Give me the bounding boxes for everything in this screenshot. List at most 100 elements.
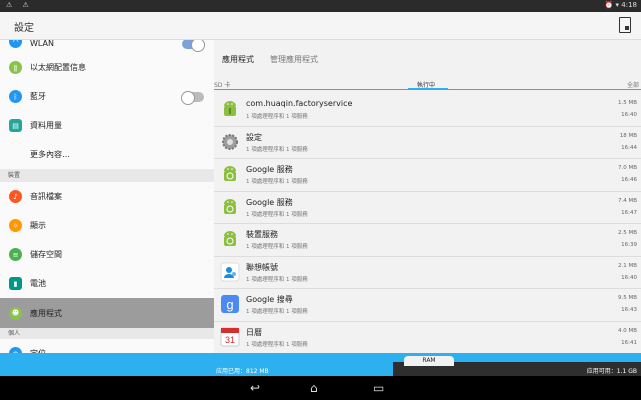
page-title: 設定 [14, 23, 34, 34]
list-item[interactable]: Google 服務 1 項處理程序和 1 項服務 7.4 MB 16:47 [214, 192, 641, 224]
app-time: 16:40 [621, 112, 637, 118]
app-size: 9.5 MB [617, 295, 637, 301]
bluetooth-toggle[interactable] [181, 90, 204, 105]
settings-list[interactable]: ◠ WLAN ǁ 以太網配置信息 ᛒ 藍牙 ▤ 資料用量 更多內容… 裝置 ♪ … [0, 40, 214, 376]
settings-item-apps[interactable]: ☻ 應用程式 [0, 298, 214, 328]
app-size: 1.5 MB [617, 100, 637, 106]
navigation-bar: ↩ ⌂ ▭ [0, 376, 641, 400]
settings-item-battery[interactable]: ▮ 電池 [0, 269, 214, 298]
settings-item-wlan[interactable]: ◠ WLAN [0, 40, 214, 53]
app-name: Google 服務 [246, 197, 293, 207]
app-time: 16:44 [621, 144, 637, 151]
android-icon: ☻ [9, 306, 22, 320]
app-size: 2.5 MB [617, 230, 637, 236]
gear-icon [220, 132, 240, 152]
settings-item-label: 藍牙 [30, 92, 46, 101]
bell-icon: ♪ [9, 190, 22, 203]
ram-usage-bar: RAM 应用已用：812 MB 应用可用：1.1 GB [214, 353, 641, 376]
ethernet-icon: ǁ [9, 61, 22, 74]
storage-icon: ≡ [9, 248, 22, 261]
filter-sd-card[interactable]: SD 卡 [214, 80, 230, 89]
app-time: 16:46 [621, 177, 637, 183]
settings-item-bluetooth[interactable]: ᛒ 藍牙 [0, 82, 214, 111]
app-size: 7.0 MB [617, 165, 637, 171]
android-icon [220, 164, 240, 184]
svg-text:31: 31 [225, 335, 235, 345]
settings-item-label: 音訊檔案 [30, 192, 62, 201]
status-right: ⏰ ▾ 4:18 [604, 1, 637, 9]
app-desc: 1 項處理程序和 1 項服務 [246, 309, 308, 315]
data-usage-icon: ▤ [9, 119, 22, 132]
bluetooth-icon: ᛒ [9, 90, 22, 103]
settings-item-storage[interactable]: ≡ 儲存空間 [0, 240, 214, 269]
ram-used-text: 应用已用：812 MB [216, 368, 269, 375]
filter-all[interactable]: 全部 [627, 80, 639, 89]
settings-item-ethernet[interactable]: ǁ 以太網配置信息 [0, 53, 214, 82]
settings-item-label: 應用程式 [30, 308, 62, 318]
tab-bar: 應用程式 管理應用程式 [214, 40, 641, 78]
list-item[interactable]: Google 服務 1 項處理程序和 1 項服務 7.0 MB 16:46 [214, 159, 641, 192]
wifi-icon: ◠ [9, 40, 22, 48]
tab-apps[interactable]: 應用程式 [222, 54, 254, 65]
android-icon [220, 99, 240, 119]
back-icon[interactable]: ↩ [250, 381, 260, 395]
settings-item-label: 更多內容… [30, 150, 70, 159]
list-item[interactable]: com.huaqin.factoryservice 1 項處理程序和 1 項服務… [214, 94, 641, 127]
settings-item-data-usage[interactable]: ▤ 資料用量 [0, 111, 214, 140]
app-time: 16:47 [621, 209, 637, 216]
app-desc: 1 項處理程序和 1 項服務 [246, 276, 308, 283]
list-item[interactable]: 31 日曆 1 項處理程序和 1 項服務 4.0 MB 16:41 [214, 322, 641, 354]
app-desc: 1 項處理程序和 1 項服務 [246, 179, 308, 185]
status-bar: ⚠ ⚠ ⏰ ▾ 4:18 [0, 0, 641, 12]
list-item[interactable]: g Google 搜尋 1 項處理程序和 1 項服務 9.5 MB 16:43 [214, 289, 641, 322]
android-icon [220, 197, 240, 217]
list-item[interactable]: 裝置服務 1 項處理程序和 1 項服務 2.5 MB 16:39 [214, 224, 641, 257]
app-name: 設定 [246, 132, 262, 142]
section-header-device: 裝置 [0, 169, 214, 182]
calendar-icon: 31 [220, 327, 240, 347]
app-name: Google 服務 [246, 165, 293, 174]
app-name: Google 搜尋 [246, 295, 293, 304]
app-desc: 1 項處理程序和 1 項服務 [246, 146, 308, 153]
google-search-icon: g [220, 294, 240, 314]
ram-available-text: 应用可用：1.1 GB [586, 368, 637, 375]
app-desc: 1 項處理程序和 1 項服務 [246, 114, 308, 120]
app-size: 18 MB [619, 132, 637, 139]
settings-item-label: WLAN [30, 40, 55, 48]
app-name: com.huaqin.factoryservice [246, 99, 353, 108]
app-time: 16:41 [621, 339, 637, 346]
running-apps-list[interactable]: com.huaqin.factoryservice 1 項處理程序和 1 項服務… [214, 94, 641, 354]
ram-label: RAM [404, 356, 454, 366]
list-item[interactable]: 聯想帳號 1 項處理程序和 1 項服務 2.1 MB 16:40 [214, 257, 641, 289]
wlan-toggle[interactable] [182, 40, 205, 52]
android-icon [220, 229, 240, 249]
app-size: 2.1 MB [617, 262, 637, 269]
app-name: 日曆 [246, 327, 262, 337]
recent-apps-icon[interactable]: ▭ [373, 381, 384, 395]
status-left: ⚠ ⚠ [6, 1, 33, 9]
settings-item-more[interactable]: 更多內容… [0, 140, 214, 169]
left-bottom-strip [0, 353, 214, 376]
settings-item-label: 儲存空間 [30, 250, 62, 259]
active-filter-indicator [408, 88, 448, 90]
svg-text:g: g [226, 297, 233, 312]
filter-bar: SD 卡 執行中 全部 [214, 78, 641, 90]
app-size: 7.4 MB [617, 197, 637, 204]
app-desc: 1 項處理程序和 1 項服務 [246, 211, 308, 218]
home-icon[interactable]: ⌂ [310, 381, 318, 395]
app-time: 16:39 [621, 242, 637, 248]
brightness-icon: ☼ [9, 219, 22, 232]
app-name: 裝置服務 [246, 230, 278, 239]
settings-item-display[interactable]: ☼ 顯示 [0, 211, 214, 240]
section-header-personal: 個人 [0, 328, 214, 339]
app-desc: 1 項處理程序和 1 項服務 [246, 341, 308, 348]
settings-item-sound[interactable]: ♪ 音訊檔案 [0, 182, 214, 211]
overflow-menu-icon[interactable] [619, 17, 631, 33]
list-item[interactable]: 設定 1 項處理程序和 1 項服務 18 MB 16:44 [214, 127, 641, 159]
settings-item-label: 電池 [30, 279, 46, 288]
app-name: 聯想帳號 [246, 262, 278, 272]
app-time: 16:40 [621, 274, 637, 281]
tab-manage-apps[interactable]: 管理應用程式 [270, 54, 318, 65]
app-desc: 1 項處理程序和 1 項服務 [246, 244, 308, 250]
account-icon [220, 262, 240, 282]
